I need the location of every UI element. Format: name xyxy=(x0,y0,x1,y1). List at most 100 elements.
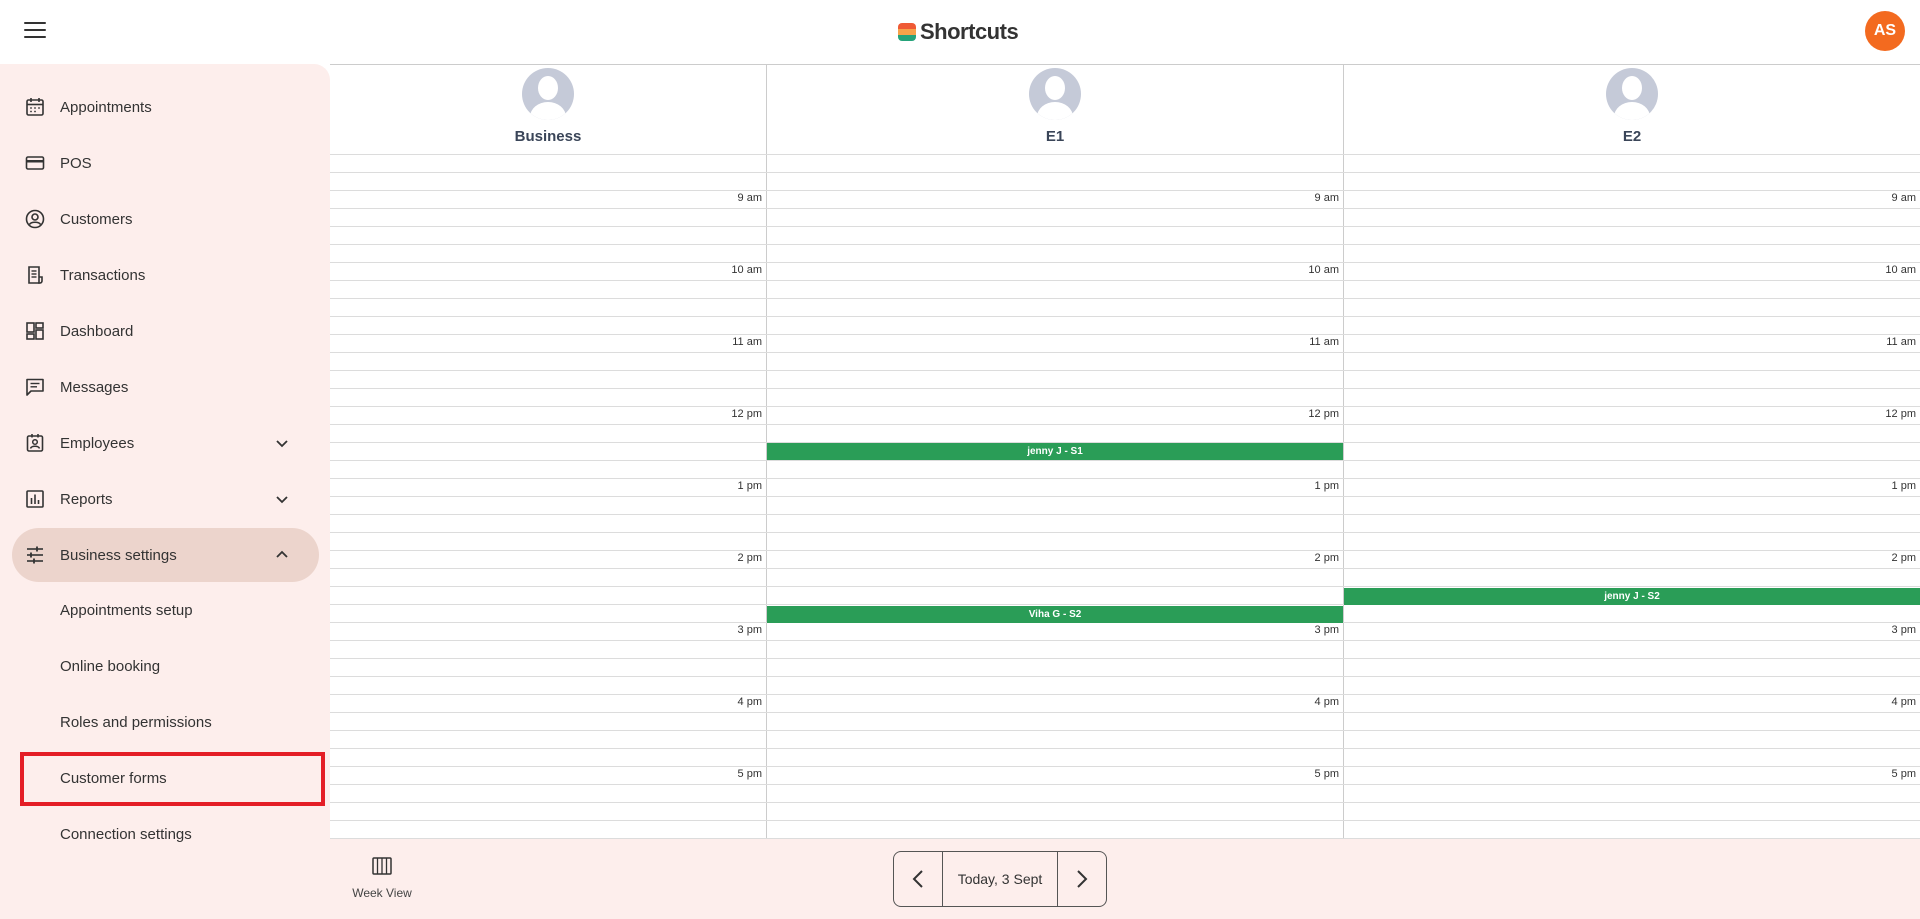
receipt-icon xyxy=(28,266,43,284)
column-header-e1: E1 xyxy=(767,65,1343,155)
brand-name: Shortcuts xyxy=(920,19,1019,44)
previous-day-button[interactable] xyxy=(894,852,942,906)
sidebar-item-label: Business settings xyxy=(60,546,177,564)
chevron-up-icon xyxy=(276,550,288,558)
badge-icon xyxy=(26,434,44,452)
grid-row-line xyxy=(330,784,1920,785)
grid-row-line xyxy=(330,352,1920,353)
sidebar-subitem-connection-settings[interactable]: Connection settings xyxy=(60,826,192,843)
time-label: 3 pm xyxy=(1891,624,1916,636)
time-label: 1 pm xyxy=(737,480,762,492)
time-label: 4 pm xyxy=(737,696,762,708)
week-columns-icon xyxy=(372,857,392,875)
calendar-icon xyxy=(26,98,44,116)
sidebar-item-customers[interactable]: Customers xyxy=(12,192,319,246)
grid-row-line xyxy=(330,370,1920,371)
grid-row-line xyxy=(330,334,1920,335)
grid-row-line xyxy=(330,298,1920,299)
appointment-block[interactable]: Viha G - S2 xyxy=(767,606,1343,623)
user-avatar[interactable]: AS xyxy=(1865,11,1905,51)
time-label: 9 am xyxy=(737,192,762,204)
chevron-left-icon xyxy=(912,870,923,888)
sidebar-item-appointments[interactable]: Appointments xyxy=(12,80,319,134)
current-date[interactable]: Today, 3 Sept xyxy=(942,852,1058,906)
time-label: 3 pm xyxy=(737,624,762,636)
column-name: Business xyxy=(514,128,582,145)
profile-placeholder-icon xyxy=(522,68,574,120)
sliders-icon xyxy=(27,546,43,564)
message-icon xyxy=(26,378,44,396)
sidebar-item-label: Messages xyxy=(60,378,129,396)
column-header-business: Business xyxy=(330,65,766,155)
bar-chart-icon xyxy=(26,490,44,508)
sidebar-item-label: Customers xyxy=(60,210,133,228)
sidebar-item-label: Appointments xyxy=(60,98,152,116)
grid-row-line xyxy=(330,226,1920,227)
grid-row-line xyxy=(330,388,1920,389)
sidebar-item-pos[interactable]: POS xyxy=(12,136,319,190)
sidebar-subitem-roles-permissions[interactable]: Roles and permissions xyxy=(60,714,212,731)
menu-icon[interactable] xyxy=(24,22,46,40)
time-label: 12 pm xyxy=(731,408,762,420)
sidebar-item-messages[interactable]: Messages xyxy=(12,360,319,414)
sidebar-item-business-settings[interactable]: Business settings xyxy=(12,528,319,582)
column-header-e2: E2 xyxy=(1344,65,1920,155)
time-label: 10 am xyxy=(731,264,762,276)
profile-placeholder-icon xyxy=(1029,68,1081,120)
appointment-block[interactable]: jenny J - S2 xyxy=(1344,588,1920,605)
grid-row-line xyxy=(330,694,1920,695)
grid-row-line xyxy=(330,280,1920,281)
grid-row-line xyxy=(330,406,1920,407)
grid-row-line xyxy=(330,640,1920,641)
grid-row-line xyxy=(330,550,1920,551)
time-label: 4 pm xyxy=(1891,696,1916,708)
grid-row-line xyxy=(330,514,1920,515)
grid-row-line xyxy=(330,568,1920,569)
logo-mark-icon xyxy=(898,23,916,41)
time-label: 10 am xyxy=(1308,264,1339,276)
user-circle-icon xyxy=(25,209,45,229)
grid-row-line xyxy=(330,748,1920,749)
time-label: 4 pm xyxy=(1314,696,1339,708)
chevron-down-icon xyxy=(276,496,288,504)
dashboard-icon xyxy=(26,322,44,340)
time-label: 2 pm xyxy=(1891,552,1916,564)
time-label: 5 pm xyxy=(1891,768,1916,780)
calendar-grid: Business E1 E2 9 am 9 am 9 am 10 am 10 a… xyxy=(330,64,1920,840)
credit-card-icon xyxy=(25,156,45,170)
next-day-button[interactable] xyxy=(1058,852,1106,906)
sidebar-subitem-online-booking[interactable]: Online booking xyxy=(60,658,160,675)
sidebar-item-label: Dashboard xyxy=(60,322,134,340)
sidebar-item-employees[interactable]: Employees xyxy=(12,416,319,470)
grid-row-line xyxy=(330,424,1920,425)
time-label: 11 am xyxy=(1886,336,1916,348)
grid-row-line xyxy=(330,172,1920,173)
top-bar: Shortcuts AS xyxy=(0,0,1920,64)
time-label: 2 pm xyxy=(737,552,762,564)
time-label: 12 pm xyxy=(1308,408,1339,420)
time-label: 1 pm xyxy=(1891,480,1916,492)
grid-row-line xyxy=(330,820,1920,821)
grid-row-line xyxy=(330,154,1920,155)
grid-row-line xyxy=(330,460,1920,461)
appointment-block[interactable]: jenny J - S1 xyxy=(767,443,1343,460)
column-name: E2 xyxy=(1622,128,1642,145)
grid-row-line xyxy=(330,676,1920,677)
time-label: 1 pm xyxy=(1314,480,1339,492)
time-label: 12 pm xyxy=(1885,408,1916,420)
grid-row-line xyxy=(330,658,1920,659)
week-view-button[interactable]: Week View xyxy=(352,857,412,900)
sidebar-item-reports[interactable]: Reports xyxy=(12,472,319,526)
time-label: 2 pm xyxy=(1314,552,1339,564)
chevron-right-icon xyxy=(1077,870,1088,888)
sidebar-item-transactions[interactable]: Transactions xyxy=(12,248,319,302)
sidebar-item-dashboard[interactable]: Dashboard xyxy=(12,304,319,358)
sidebar-subitem-appointments-setup[interactable]: Appointments setup xyxy=(60,602,193,619)
sidebar-item-label: Reports xyxy=(60,490,113,508)
grid-row-line xyxy=(330,208,1920,209)
time-label: 5 pm xyxy=(1314,768,1339,780)
grid-row-line xyxy=(330,316,1920,317)
sidebar-item-label: POS xyxy=(60,154,92,172)
column-divider xyxy=(1343,65,1344,840)
column-name: E1 xyxy=(1045,128,1065,145)
